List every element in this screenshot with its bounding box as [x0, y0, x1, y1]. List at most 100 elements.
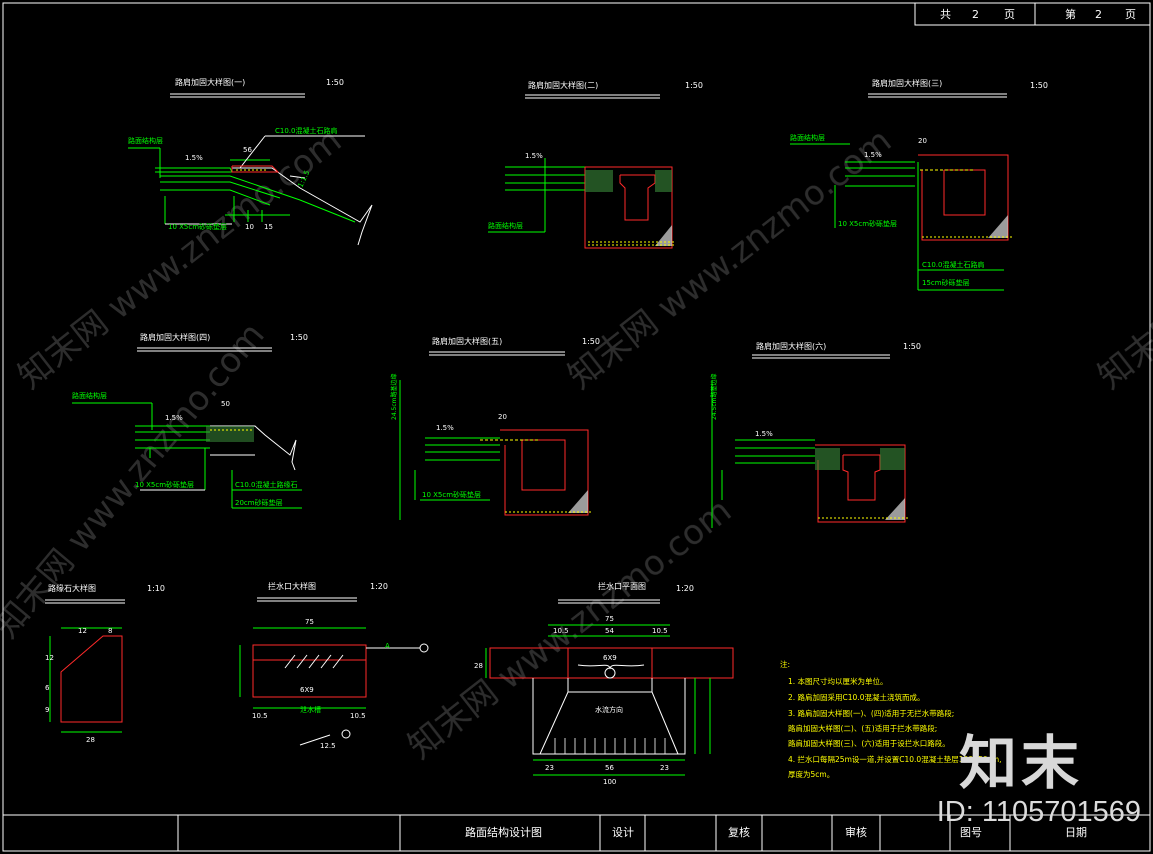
- svg-text:56: 56: [243, 146, 252, 154]
- svg-text:路缘石大样图: 路缘石大样图: [48, 583, 96, 593]
- svg-text:75: 75: [605, 615, 614, 623]
- svg-text:75: 75: [305, 618, 314, 626]
- svg-text:6X9: 6X9: [603, 654, 617, 662]
- svg-text:6: 6: [45, 684, 50, 692]
- review-label: 复核: [728, 825, 750, 839]
- svg-text:1.5%: 1.5%: [185, 154, 203, 162]
- detail-5-labels: 1.5% 20 10 X5cm砂砾垫层 24.5cm路基边缘: [390, 373, 507, 499]
- brand-logo: 知末: [958, 729, 1083, 797]
- svg-text:24.5cm路基边缘: 24.5cm路基边缘: [390, 373, 398, 420]
- page-counter: 共 2 页 第 2 页: [940, 7, 1136, 21]
- svg-text:路肩加固大样图(二): 路肩加固大样图(二): [528, 80, 598, 90]
- svg-text:拦水口平面图: 拦水口平面图: [598, 581, 646, 591]
- svg-text:10 X5cm砂砾垫层: 10 X5cm砂砾垫层: [135, 480, 194, 489]
- svg-text:23: 23: [545, 764, 554, 772]
- detail-7-labels: 12 8 12 6 9 28: [45, 627, 112, 744]
- svg-text:56: 56: [605, 764, 614, 772]
- svg-text:1:20: 1:20: [370, 582, 388, 591]
- curb-hatch: [585, 170, 613, 192]
- audit-label: 审核: [845, 825, 867, 839]
- detail-6-drawing: [711, 380, 908, 528]
- detail-7-drawing: [49, 627, 123, 733]
- svg-text:拦水口大样图: 拦水口大样图: [268, 581, 316, 591]
- svg-text:50: 50: [221, 400, 230, 408]
- detail-title-8: 拦水口大样图 1:20: [257, 581, 388, 602]
- svg-text:10 X5cm砂砾垫层: 10 X5cm砂砾垫层: [168, 222, 227, 231]
- page-unit: 页: [1125, 8, 1136, 21]
- svg-text:15: 15: [264, 223, 273, 231]
- svg-text:6X9: 6X9: [300, 686, 314, 694]
- svg-text:1:10: 1:10: [147, 584, 165, 593]
- svg-text:10 X5cm砂砾垫层: 10 X5cm砂砾垫层: [422, 490, 481, 499]
- detail-9-drawing: [485, 624, 734, 776]
- detail-title-2: 路肩加固大样图(二) 1:50: [525, 80, 703, 99]
- svg-text:10.5: 10.5: [350, 712, 366, 720]
- detail-8-labels: 75 6X9 10.5 10.5 泄水槽 A 12.5: [252, 618, 390, 750]
- watermark-text: 知末网 www.znzmo.com: [11, 121, 349, 397]
- svg-text:9: 9: [45, 706, 49, 714]
- svg-text:1.5%: 1.5%: [525, 152, 543, 160]
- svg-text:路肩加固大样图(六): 路肩加固大样图(六): [756, 341, 826, 351]
- svg-text:20: 20: [918, 137, 927, 145]
- svg-text:10.5: 10.5: [652, 627, 668, 635]
- svg-text:1:50: 1:50: [685, 81, 703, 90]
- total-label: 共: [940, 8, 951, 21]
- watermark-text: 知末网 www.znzmo.com: [1091, 121, 1153, 397]
- svg-text:路肩加固大样图(一): 路肩加固大样图(一): [175, 77, 245, 87]
- svg-text:1:20: 1:20: [676, 584, 694, 593]
- svg-text:1.5%: 1.5%: [165, 414, 183, 422]
- svg-text:28: 28: [86, 736, 95, 744]
- svg-text:路肩加固大样图(四): 路肩加固大样图(四): [140, 332, 210, 342]
- svg-text:C10.0混凝土石路肩: C10.0混凝土石路肩: [275, 126, 337, 135]
- watermark-text: 知末网 www.znzmo.com: [401, 491, 739, 767]
- svg-text:12: 12: [78, 627, 87, 635]
- svg-text:C10.0混凝土路缘石: C10.0混凝土路缘石: [235, 480, 297, 489]
- detail-8-drawing: [239, 627, 429, 746]
- svg-text:C10.0混凝土石路肩: C10.0混凝土石路肩: [922, 260, 984, 269]
- page-label: 第: [1065, 7, 1076, 21]
- svg-text:1:50: 1:50: [582, 337, 600, 346]
- svg-text:路肩加固大样图(三)、(六)适用于设拦水口路段。: 路肩加固大样图(三)、(六)适用于设拦水口路段。: [788, 738, 950, 748]
- svg-text:3. 路肩加固大样图(一)、(四)适用于无拦水带路段;: 3. 路肩加固大样图(一)、(四)适用于无拦水带路段;: [788, 708, 954, 718]
- detail-2-drawing: [488, 158, 676, 249]
- svg-text:厚度为5cm。: 厚度为5cm。: [788, 769, 834, 779]
- svg-text:12.5: 12.5: [320, 742, 336, 750]
- total-pages: 2: [972, 8, 979, 21]
- svg-text:12: 12: [45, 654, 54, 662]
- svg-text:1.5%: 1.5%: [755, 430, 773, 438]
- svg-text:1:50: 1:50: [903, 342, 921, 351]
- svg-text:20cm砂砾垫层: 20cm砂砾垫层: [235, 498, 283, 507]
- svg-text:15cm砂砾垫层: 15cm砂砾垫层: [922, 278, 970, 287]
- svg-text:54: 54: [605, 627, 614, 635]
- image-id: ID: 1105701569: [936, 796, 1141, 828]
- detail-title-3: 路肩加固大样图(三) 1:50: [868, 78, 1048, 98]
- svg-text:路肩加固大样图(二)、(五)适用于拦水带路段;: 路肩加固大样图(二)、(五)适用于拦水带路段;: [788, 723, 937, 733]
- detail-title-6: 路肩加固大样图(六) 1:50: [752, 341, 921, 359]
- svg-text:28: 28: [474, 662, 483, 670]
- detail-title-7: 路缘石大样图 1:10: [45, 583, 165, 604]
- svg-text:路面结构层: 路面结构层: [128, 136, 163, 145]
- svg-text:泄水槽: 泄水槽: [300, 705, 321, 714]
- svg-text:10: 10: [245, 223, 254, 231]
- svg-text:1:50: 1:50: [1030, 81, 1048, 90]
- svg-text:A: A: [385, 642, 390, 650]
- detail-5-drawing: [399, 380, 592, 520]
- svg-text:路面结构层: 路面结构层: [488, 221, 523, 230]
- svg-text:10.5: 10.5: [553, 627, 569, 635]
- detail-title-5: 路肩加固大样图(五) 1:50: [429, 336, 600, 356]
- total-unit: 页: [1004, 8, 1015, 21]
- svg-text:1:50: 1:50: [326, 78, 344, 87]
- svg-text:24.5cm路基边缘: 24.5cm路基边缘: [710, 373, 718, 420]
- watermark-layer: 知末网 www.znzmo.com 知末网 www.znzmo.com 知末网 …: [0, 121, 1153, 767]
- svg-text:1. 本图尺寸均以厘米为单位。: 1. 本图尺寸均以厘米为单位。: [788, 676, 888, 686]
- svg-text:8: 8: [108, 627, 112, 635]
- svg-text:1.5%: 1.5%: [436, 424, 454, 432]
- detail-title-1: 路肩加固大样图(一) 1:50: [170, 77, 344, 98]
- svg-text:10.5: 10.5: [252, 712, 268, 720]
- notes-heading: 注:: [780, 659, 790, 669]
- design-label: 设计: [612, 826, 634, 839]
- svg-text:2. 路肩加固采用C10.0混凝土浇筑而成。: 2. 路肩加固采用C10.0混凝土浇筑而成。: [788, 692, 924, 702]
- svg-text:水流方向: 水流方向: [595, 705, 623, 714]
- svg-text:路肩加固大样图(三): 路肩加固大样图(三): [872, 78, 942, 88]
- svg-text:路面结构层: 路面结构层: [790, 133, 825, 142]
